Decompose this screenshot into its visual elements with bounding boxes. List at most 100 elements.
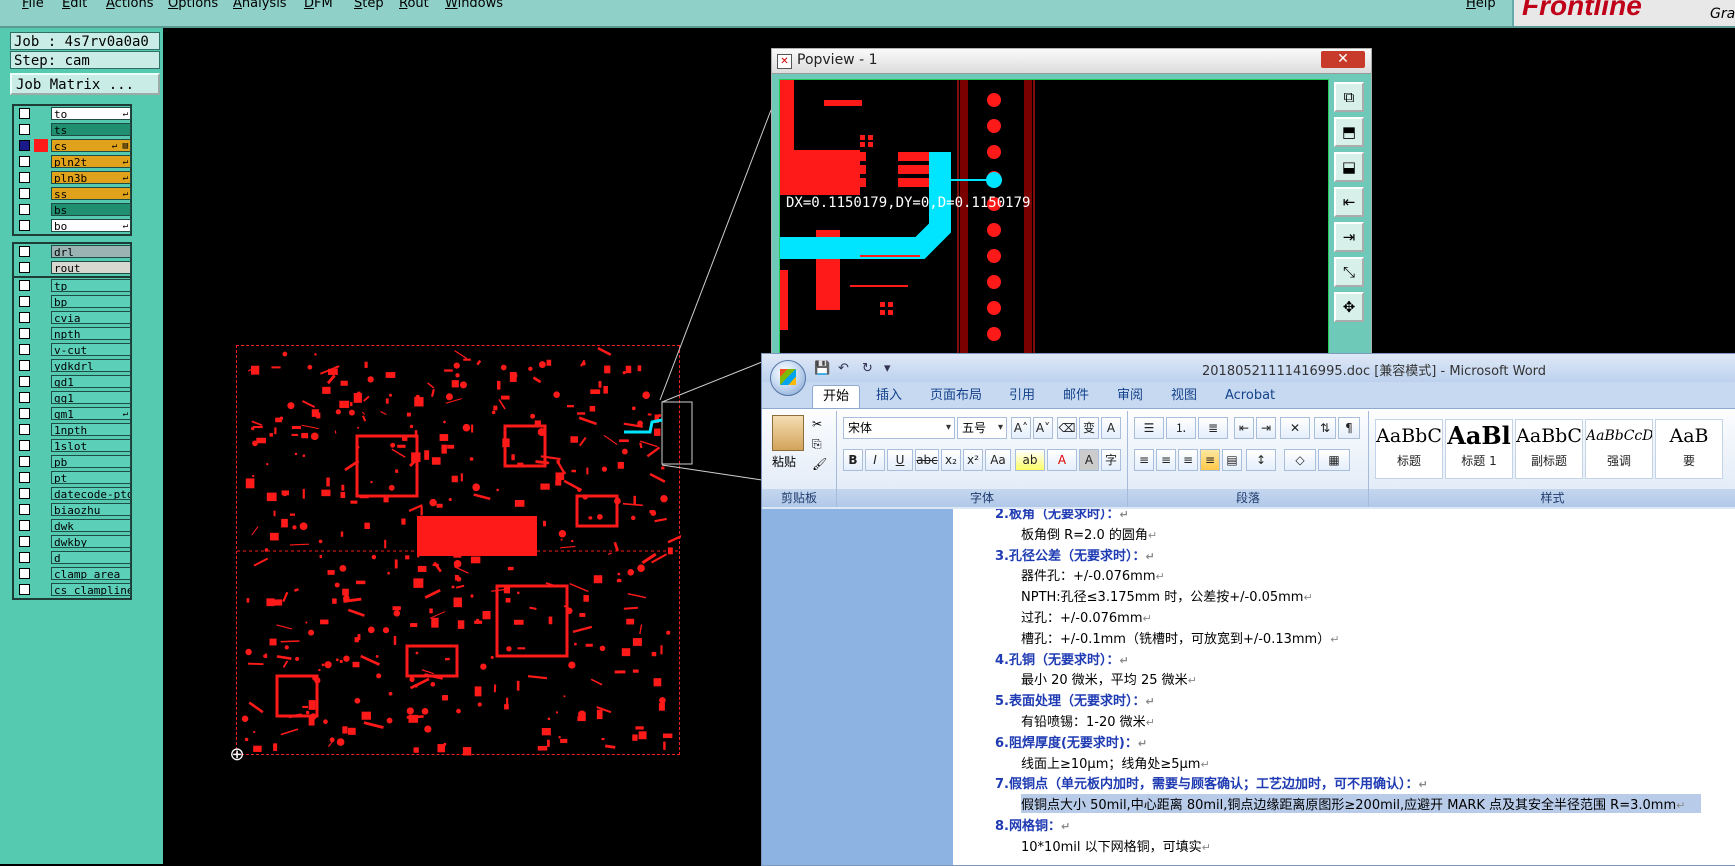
paragraph-mark-icon: ↵ (1330, 633, 1339, 646)
redo-icon[interactable]: ↻ (862, 361, 873, 376)
word-window[interactable]: 💾 ↶ ↻ ▾ 20180521111416995.doc [兼容模式] - M… (761, 353, 1735, 866)
doc-text-line[interactable]: 器件孔：+/-0.076mm↵ (1021, 565, 1165, 584)
quick-access-dropdown-icon[interactable]: ▾ (884, 361, 891, 376)
style-name: 标题 1 (1446, 452, 1512, 469)
paste-button[interactable]: 粘贴 (772, 453, 796, 470)
undo-icon[interactable]: ↶ (838, 361, 849, 376)
enclose-char-icon[interactable]: 字 (1101, 449, 1121, 471)
doc-heading-line[interactable]: 3.孔径公差（无要求时）：↵ (995, 545, 1155, 564)
style-sample: AaBl (1446, 420, 1512, 452)
popview-window[interactable]: ✕ Popview - 1 ✕ DX=0.1150 (771, 48, 1372, 362)
format-painter-icon[interactable]: 🖌 (812, 457, 827, 471)
zoom-in-icon[interactable]: ⬒ (1334, 117, 1364, 147)
italic-icon[interactable]: I (865, 449, 885, 471)
copy-icon[interactable]: ⎘ (812, 437, 822, 452)
superscript-icon[interactable]: x² (963, 449, 983, 471)
char-shading-icon[interactable]: A (1079, 449, 1099, 471)
popview-titlebar[interactable]: ✕ Popview - 1 ✕ (772, 49, 1371, 74)
font-size-select[interactable]: 五号 (957, 417, 1007, 439)
tab-mailings[interactable]: 邮件 (1053, 385, 1099, 407)
grow-font-icon[interactable]: A˄ (1011, 417, 1031, 439)
underline-icon[interactable]: U (887, 449, 913, 471)
align-right-icon[interactable]: ≡ (1178, 449, 1198, 471)
style-name: 强调 (1586, 452, 1652, 469)
pan-right-icon[interactable]: ⇥ (1334, 222, 1364, 252)
doc-heading-line[interactable]: 6.阻焊厚度(无要求时)：↵ (995, 732, 1147, 751)
char-border-icon[interactable]: A (1101, 417, 1121, 439)
document-area: 2.板角（无要求时）：↵板角倒 R=2.0 的圆角↵3.孔径公差（无要求时）：↵… (762, 509, 1735, 865)
style-gallery-item[interactable]: AaBbC副标题 (1515, 419, 1583, 479)
word-titlebar[interactable]: 💾 ↶ ↻ ▾ 20180521111416995.doc [兼容模式] - M… (762, 354, 1735, 382)
doc-text-line[interactable]: 10*10mil 以下网格铜，可填实↵ (1021, 836, 1211, 855)
doc-text-line[interactable]: 最小 20 微米，平均 25 微米↵ (1021, 669, 1197, 688)
font-name-select[interactable]: 宋体 (843, 417, 955, 439)
document-page[interactable]: 2.板角（无要求时）：↵板角倒 R=2.0 的圆角↵3.孔径公差（无要求时）：↵… (953, 509, 1735, 865)
doc-heading-line[interactable]: 8.网格铜：↵ (995, 815, 1070, 834)
clipboard-group: 粘贴 ✂ ⎘ 🖌 剪贴板 (762, 411, 837, 507)
style-gallery-item[interactable]: AaBbC标题 (1375, 419, 1443, 479)
doc-text-line[interactable]: 板角倒 R=2.0 的圆角↵ (1021, 524, 1157, 543)
doc-heading-line[interactable]: 7.假铜点（单元板内加时，需要与顾客确认；工艺边加时，可不用确认）：↵ (995, 773, 1428, 792)
doc-heading-line[interactable]: 2.板角（无要求时）：↵ (995, 509, 1129, 522)
save-icon[interactable]: 💾 (814, 361, 830, 376)
doc-text-line[interactable]: NPTH:孔径≤3.175mm 时，公差按+/-0.05mm↵ (1021, 586, 1313, 605)
align-center-icon[interactable]: ≡ (1156, 449, 1176, 471)
doc-heading-line[interactable]: 5.表面处理（无要求时）：↵ (995, 690, 1155, 709)
tab-view[interactable]: 视图 (1161, 385, 1207, 407)
phonetic-guide-icon[interactable]: 变 (1079, 417, 1099, 439)
bullets-icon[interactable]: ☰ (1134, 417, 1164, 439)
style-gallery-item[interactable]: AaBbCcDd强调 (1585, 419, 1653, 479)
shading-icon[interactable]: ◇ (1284, 449, 1316, 471)
decrease-indent-icon[interactable]: ⇤ (1234, 417, 1254, 439)
tab-review[interactable]: 审阅 (1107, 385, 1153, 407)
shrink-font-icon[interactable]: A˅ (1033, 417, 1053, 439)
doc-heading-line[interactable]: 4.孔铜（无要求时）：↵ (995, 649, 1129, 668)
doc-text-line[interactable]: 假铜点大小 50mil,中心距离 80mil,铜点边缘距离原图形≥200mil,… (1021, 794, 1701, 813)
zoom-out-icon[interactable]: ⬓ (1334, 152, 1364, 182)
bold-icon[interactable]: B (843, 449, 863, 471)
pan-left-icon[interactable]: ⇤ (1334, 187, 1364, 217)
tab-acrobat[interactable]: Acrobat (1215, 385, 1285, 407)
align-left-icon[interactable]: ≡ (1134, 449, 1154, 471)
highlight-icon[interactable]: ab (1015, 449, 1045, 471)
close-icon[interactable]: ✕ (1321, 51, 1365, 68)
fit-icon[interactable]: ⧉ (1334, 82, 1364, 112)
doc-text-line[interactable]: 过孔：+/-0.076mm↵ (1021, 607, 1152, 626)
paragraph-mark-icon: ↵ (1138, 737, 1147, 750)
line-spacing-icon[interactable]: ↕ (1246, 449, 1276, 471)
tab-home[interactable]: 开始 (812, 385, 860, 408)
cut-icon[interactable]: ✂ (812, 417, 822, 431)
style-sample: AaBbC (1376, 420, 1442, 452)
distributed-icon[interactable]: ▤ (1222, 449, 1242, 471)
doc-line-text: 5.表面处理（无要求时）： (995, 694, 1145, 709)
numbering-icon[interactable]: ⒈ (1166, 417, 1196, 439)
pan-icon[interactable]: ✥ (1334, 292, 1364, 322)
tab-page-layout[interactable]: 页面布局 (920, 385, 992, 407)
paste-icon[interactable] (772, 415, 804, 451)
paragraph-group-label: 段落 (1128, 489, 1368, 507)
borders-icon[interactable]: ▦ (1318, 449, 1350, 471)
paragraph-mark-icon: ↵ (1156, 570, 1165, 583)
zoom-area-icon[interactable]: ⤡ (1334, 257, 1364, 287)
increase-indent-icon[interactable]: ⇥ (1256, 417, 1276, 439)
font-color-icon[interactable]: A (1047, 449, 1077, 471)
style-gallery-item[interactable]: AaB要 (1655, 419, 1723, 479)
sort-icon[interactable]: ⇅ (1314, 417, 1336, 439)
style-gallery-item[interactable]: AaBl标题 1 (1445, 419, 1513, 479)
doc-text-line[interactable]: 有铅喷锡：1-20 微米↵ (1021, 711, 1155, 730)
chinese-layout-icon[interactable]: ✕ (1280, 417, 1310, 439)
multilevel-list-icon[interactable]: ≣ (1198, 417, 1228, 439)
tab-insert[interactable]: 插入 (866, 385, 912, 407)
justify-icon[interactable]: ≡ (1200, 449, 1220, 471)
clear-format-icon[interactable]: ⌫ (1057, 417, 1077, 439)
strikethrough-icon[interactable]: abc (915, 449, 939, 471)
show-marks-icon[interactable]: ¶ (1338, 417, 1360, 439)
doc-line-text: 2.板角（无要求时）： (995, 509, 1119, 522)
doc-text-line[interactable]: 线面上≥10μm；线角处≥5μm↵ (1021, 753, 1210, 772)
change-case-icon[interactable]: Aa (985, 449, 1011, 471)
doc-line-text: 假铜点大小 50mil,中心距离 80mil,铜点边缘距离原图形≥200mil,… (1021, 798, 1676, 813)
tab-references[interactable]: 引用 (999, 385, 1045, 407)
popview-canvas[interactable]: DX=0.1150179,DY=0,D=0.1150179 (779, 79, 1329, 363)
doc-text-line[interactable]: 槽孔：+/-0.1mm（铣槽时，可放宽到+/-0.13mm）↵ (1021, 628, 1339, 647)
subscript-icon[interactable]: x₂ (941, 449, 961, 471)
